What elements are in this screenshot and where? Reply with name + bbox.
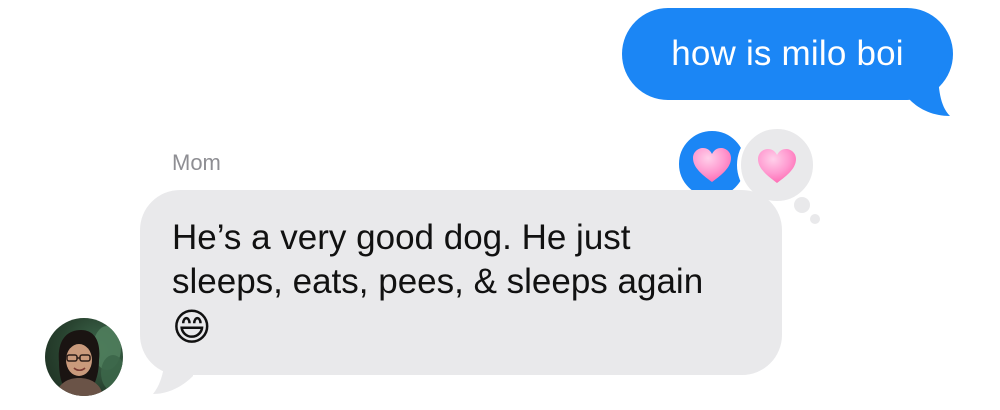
heart-icon bbox=[693, 148, 731, 183]
outgoing-message-text: how is milo boi bbox=[671, 34, 904, 73]
contact-photo bbox=[55, 326, 123, 396]
incoming-message-bubble[interactable]: He’s a very good dog. He just sleeps, ea… bbox=[140, 190, 782, 375]
tapback-tail-dot-small bbox=[810, 214, 820, 224]
outgoing-message-bubble[interactable]: how is milo boi bbox=[622, 8, 953, 100]
sender-name: Mom bbox=[172, 150, 221, 175]
message-thread: how is milo boi Mom He’s a very good dog… bbox=[0, 0, 1000, 410]
incoming-message-text: He’s a very good dog. He just sleeps, ea… bbox=[172, 218, 704, 301]
tapback-tail-dot bbox=[791, 194, 813, 216]
contact-avatar[interactable] bbox=[45, 318, 123, 396]
outgoing-bubble-tail bbox=[910, 66, 950, 116]
grinning-emoji: 😄 bbox=[172, 307, 212, 349]
heart-icon bbox=[758, 149, 796, 184]
incoming-bubble-tail bbox=[153, 350, 193, 394]
